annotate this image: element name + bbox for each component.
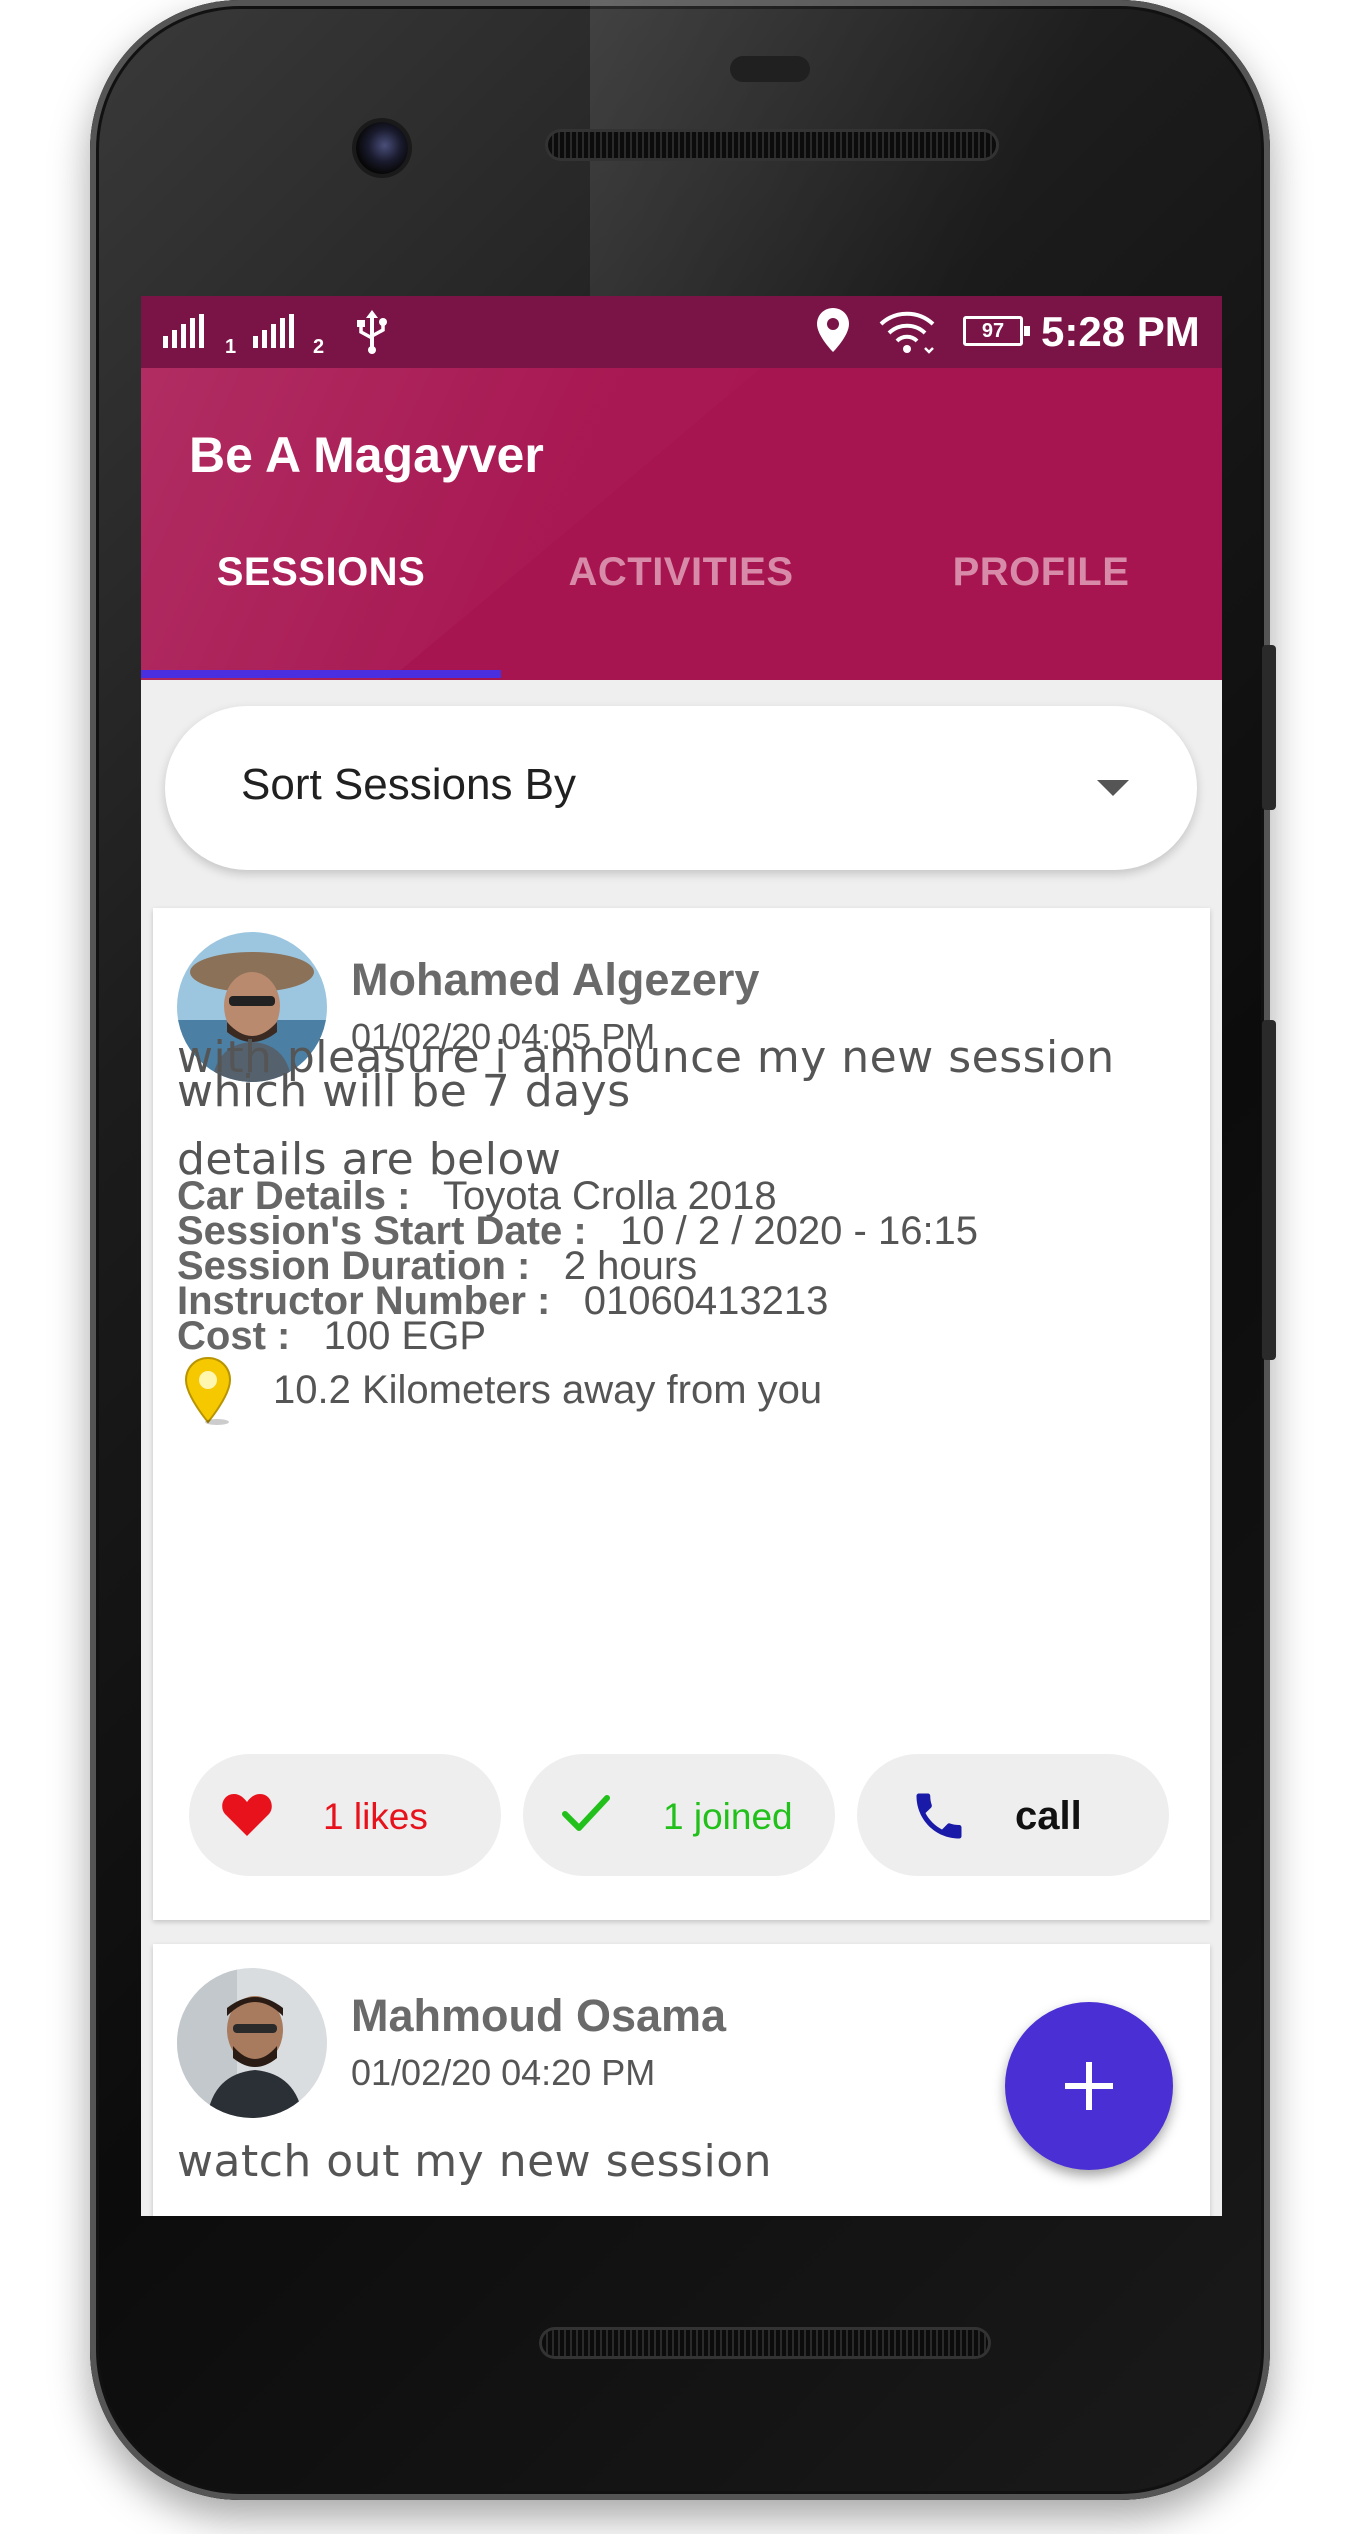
front-camera <box>356 122 408 174</box>
signal-icon <box>163 314 204 348</box>
phone-icon <box>916 1793 962 1839</box>
location-pin-icon <box>817 308 849 352</box>
call-label: call <box>1015 1794 1082 1838</box>
battery-level: 97 <box>981 320 1005 342</box>
side-button[interactable] <box>1262 1020 1276 1360</box>
earpiece-speaker <box>548 132 996 158</box>
status-time: 5:28 PM <box>1041 308 1200 355</box>
call-button[interactable]: call <box>857 1754 1169 1876</box>
post-body-line: which will be 7 days <box>177 1066 631 1117</box>
usb-icon <box>357 310 387 354</box>
app-bar: Be A Magayver SESSIONS ACTIVITIES PROFIL… <box>141 368 1222 680</box>
detail-cost: Cost : 100 EGP <box>177 1314 486 1359</box>
detail-label: Cost : <box>177 1314 291 1358</box>
like-button[interactable]: 1 likes <box>189 1754 501 1876</box>
detail-value: 100 EGP <box>323 1314 486 1358</box>
likes-count: 1 likes <box>323 1796 428 1837</box>
session-post-card: Mohamed Algezery 01/02/20 04:05 PM with … <box>153 908 1210 1920</box>
sort-sessions-dropdown[interactable]: Sort Sessions By <box>165 706 1197 870</box>
plus-icon <box>1065 2062 1113 2110</box>
status-bar: 1 2 97 5:28 PM <box>141 296 1222 368</box>
dropdown-arrow-icon <box>1097 780 1129 796</box>
app-title: Be A Magayver <box>189 427 544 483</box>
tab-activities[interactable]: ACTIVITIES <box>501 528 861 616</box>
add-session-button[interactable] <box>1005 2002 1173 2170</box>
joined-count: 1 joined <box>663 1796 793 1837</box>
map-pin-icon <box>184 1356 232 1425</box>
tab-indicator <box>141 670 501 678</box>
signal-icon <box>253 314 294 348</box>
post-author[interactable]: Mahmoud Osama <box>351 1990 726 2042</box>
distance-text: 10.2 Kilometers away from you <box>273 1368 823 1412</box>
proximity-sensor <box>730 56 810 82</box>
post-body-line: watch out my new session <box>177 2136 772 2187</box>
app-bar-glare <box>141 368 761 680</box>
bottom-speaker <box>542 2330 988 2356</box>
wifi-icon <box>879 311 935 354</box>
volume-button[interactable] <box>1262 645 1276 810</box>
join-button[interactable]: 1 joined <box>523 1754 835 1876</box>
heart-icon <box>222 1794 272 1836</box>
post-author[interactable]: Mohamed Algezery <box>351 954 759 1006</box>
battery-icon: 97 <box>963 316 1030 346</box>
tab-sessions[interactable]: SESSIONS <box>141 528 501 616</box>
check-icon <box>562 1795 610 1831</box>
sort-dropdown-label: Sort Sessions By <box>241 760 577 809</box>
detail-value: 01060413213 <box>583 1279 829 1323</box>
post-date: 01/02/20 04:20 PM <box>351 2052 656 2093</box>
sim1-index: 1 <box>225 336 237 358</box>
avatar[interactable] <box>177 1968 327 2118</box>
sim2-index: 2 <box>313 336 325 358</box>
tab-profile[interactable]: PROFILE <box>861 528 1221 616</box>
phone-screen: 1 2 97 5:28 PM Be A Magayver SESSIONS AC… <box>141 296 1222 2216</box>
